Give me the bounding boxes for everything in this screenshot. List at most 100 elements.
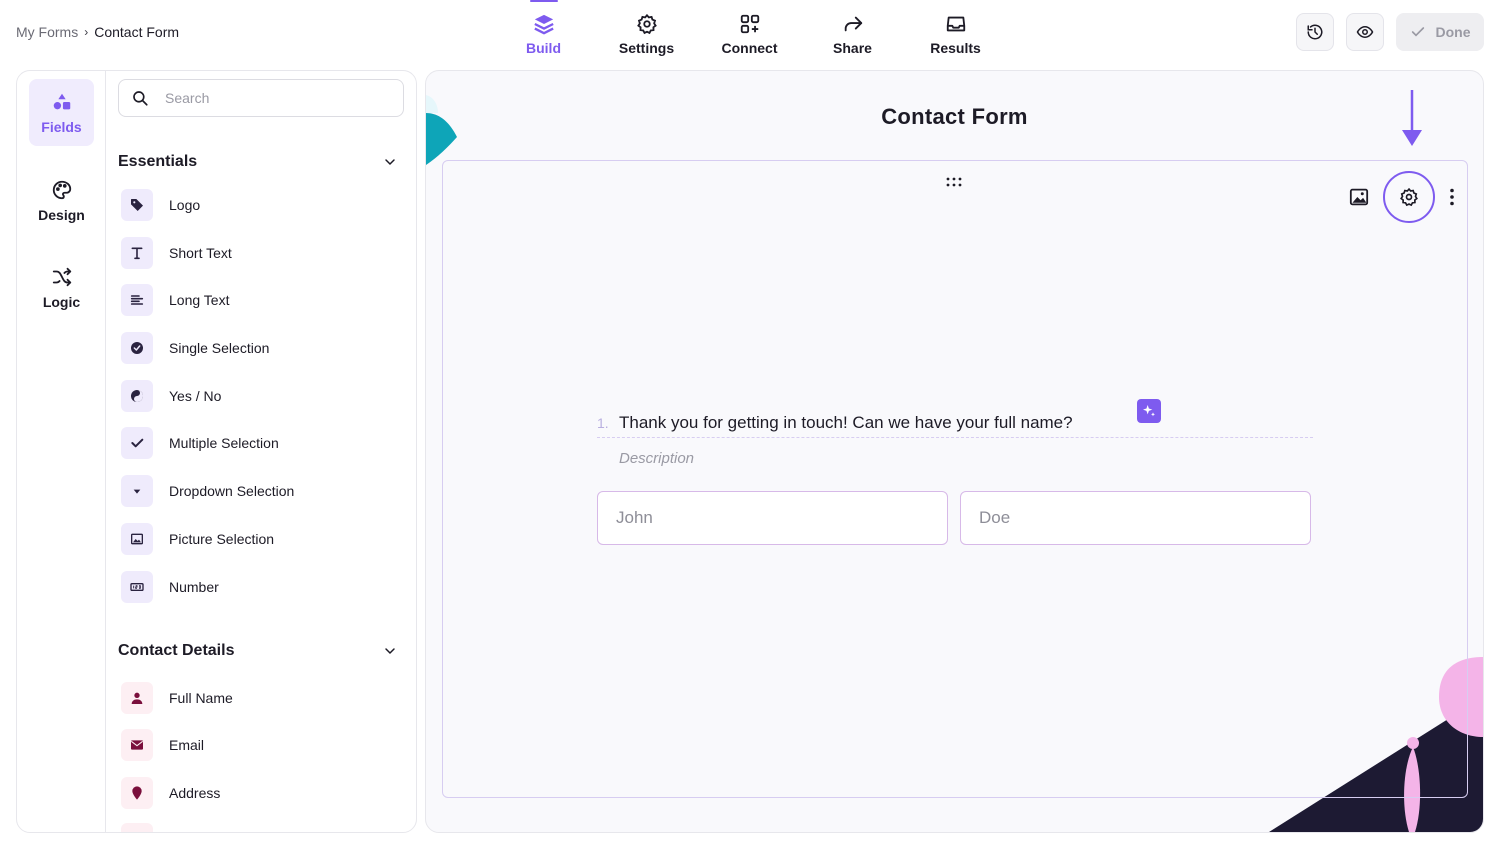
field-dropdown-selection[interactable]: Dropdown Selection [118, 475, 404, 508]
eye-icon [1356, 25, 1374, 39]
field-icon [121, 236, 153, 269]
check-circle-icon [131, 342, 143, 355]
breadcrumb: My Forms › Contact Form [16, 24, 179, 40]
field-label: Full Name [169, 689, 233, 706]
sparkle-icon [1143, 405, 1155, 417]
field-full-name[interactable]: Full Name [118, 681, 404, 714]
tab-results-label: Results [930, 40, 981, 56]
breadcrumb-my-forms[interactable]: My Forms [16, 24, 78, 40]
field-label: Dropdown Selection [169, 483, 295, 500]
fields-column: Essentials Logo Short Text Long Text Sin… [118, 79, 404, 832]
contact-details-header[interactable]: Contact Details [118, 639, 404, 663]
field-icon [121, 475, 153, 508]
rail-fields[interactable]: Fields [29, 79, 94, 146]
check-icon [1411, 27, 1424, 37]
tag-icon [131, 199, 143, 211]
ai-assist-button[interactable] [1137, 399, 1161, 423]
chevron-down-icon [385, 159, 395, 166]
left-panel: Fields Design Logic Essentials Logo Shor… [16, 70, 417, 833]
chevron-down-icon [385, 647, 395, 654]
field-icon [121, 522, 153, 555]
rail-logic-label: Logic [42, 293, 81, 310]
field-icon [121, 427, 153, 460]
field-icon [121, 776, 153, 809]
breadcrumb-separator: › [84, 25, 89, 39]
field-email[interactable]: Email [118, 729, 404, 762]
question-block: 1. Thank you for getting in touch! Can w… [597, 399, 1313, 545]
field-label: Single Selection [169, 340, 270, 357]
field-logo[interactable]: Logo [118, 189, 404, 221]
tab-connect[interactable]: Connect [698, 0, 801, 64]
last-name-field[interactable] [960, 491, 1311, 545]
field-label: Address [169, 784, 221, 801]
tab-share-label: Share [833, 40, 872, 56]
field-icon [121, 332, 153, 365]
field-icon [121, 379, 153, 412]
tab-connect-label: Connect [721, 40, 778, 56]
rail-design[interactable]: Design [29, 167, 94, 234]
question-card[interactable]: 1. Thank you for getting in touch! Can w… [442, 160, 1468, 798]
field-address[interactable]: Address [118, 776, 404, 809]
question-settings-button[interactable] [1383, 171, 1435, 223]
field-icon [121, 822, 153, 832]
share-arrow-icon [844, 16, 862, 32]
palette-icon [52, 180, 71, 199]
image-icon [131, 533, 143, 545]
field-label: Short Text [169, 244, 232, 261]
field-label: Multiple Selection [169, 435, 279, 452]
preview-button[interactable] [1346, 13, 1384, 51]
shuffle-icon [52, 267, 71, 286]
field-number[interactable]: Number [118, 570, 404, 603]
field-long-text[interactable]: Long Text [118, 284, 404, 317]
tab-settings-label: Settings [618, 40, 675, 56]
field-single-selection[interactable]: Single Selection [118, 332, 404, 365]
drag-handle-icon[interactable] [946, 177, 962, 187]
question-description[interactable]: Description [619, 450, 1313, 467]
top-actions: Done [1296, 13, 1484, 51]
essentials-header[interactable]: Essentials [118, 150, 404, 174]
more-options-button[interactable] [1449, 188, 1455, 206]
text-t-icon [131, 247, 143, 259]
field-label: Yes / No [169, 387, 222, 404]
tab-build[interactable]: Build [492, 0, 595, 64]
done-button[interactable]: Done [1396, 13, 1484, 51]
number-box-icon [130, 582, 144, 591]
rail-logic[interactable]: Logic [29, 254, 94, 321]
contact-details-title: Contact Details [118, 641, 235, 659]
question-number: 1. [597, 415, 609, 431]
envelope-icon [131, 740, 143, 750]
field-partial [118, 822, 404, 832]
field-label: Logo [169, 197, 201, 213]
tab-results[interactable]: Results [904, 0, 1007, 64]
search-icon [133, 91, 148, 106]
more-vertical-icon [1450, 188, 1454, 206]
form-canvas: Contact Form 1. Thank you for getting in… [425, 70, 1484, 833]
search-box[interactable] [118, 79, 404, 117]
tab-settings[interactable]: Settings [595, 0, 698, 64]
image-icon [1349, 188, 1369, 206]
field-short-text[interactable]: Short Text [118, 236, 404, 269]
side-rail: Fields Design Logic [17, 71, 106, 832]
top-navigation: Build Settings Connect Share Results [492, 0, 1007, 64]
field-icon [121, 189, 153, 221]
tab-build-label: Build [526, 40, 561, 56]
history-button[interactable] [1296, 13, 1334, 51]
question-text[interactable]: Thank you for getting in touch! Can we h… [619, 413, 1073, 433]
field-picture-selection[interactable]: Picture Selection [118, 522, 404, 555]
field-yes-no[interactable]: Yes / No [118, 379, 404, 412]
form-title[interactable]: Contact Form [426, 104, 1483, 130]
caret-down-icon [133, 489, 141, 494]
rail-design-label: Design [38, 206, 85, 223]
field-icon [121, 284, 153, 317]
field-multiple-selection[interactable]: Multiple Selection [118, 427, 404, 460]
question-row: 1. Thank you for getting in touch! Can w… [597, 399, 1313, 438]
history-icon [1307, 24, 1323, 40]
inbox-icon [946, 16, 965, 32]
card-toolbar [1349, 171, 1455, 223]
search-input[interactable] [165, 90, 365, 106]
tab-share[interactable]: Share [801, 0, 904, 64]
first-name-field[interactable] [597, 491, 948, 545]
add-image-button[interactable] [1349, 188, 1369, 206]
arrow-down-icon [1402, 90, 1422, 146]
field-icon [121, 570, 153, 603]
